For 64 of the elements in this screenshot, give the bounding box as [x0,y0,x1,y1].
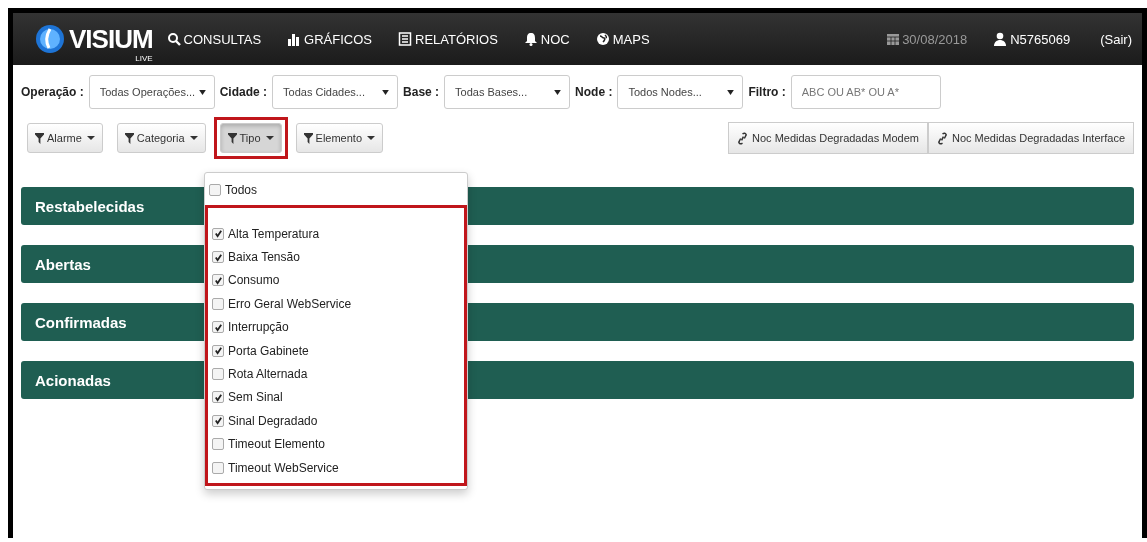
select-field[interactable]: Todas Bases... [444,75,571,109]
checkbox[interactable] [209,184,221,196]
filter-label: Base : [403,85,440,99]
select-field[interactable]: Todas Cidades... [272,75,399,109]
checkbox[interactable] [212,321,224,334]
filter-icon [124,132,134,144]
bar-chart-icon [287,32,302,46]
filter-label: Operação : [21,85,84,99]
user-name: N5765069 [1010,31,1071,47]
link-icon [737,131,749,145]
document-icon [398,32,412,46]
logo-text: VISIUM [69,23,153,55]
checkbox-label: Baixa Tensão [228,250,300,265]
search-field[interactable]: ABC OU AB* OU A* [790,75,941,109]
logout-link[interactable]: (Sair) [1100,31,1132,47]
filter-icon [227,132,237,144]
caret-icon [382,89,390,95]
checkbox-label: Timeout Elemento [228,437,325,452]
nav-link[interactable]: RELATÓRIOS [398,31,498,47]
filter-label: Node : [575,85,613,99]
logo-subtitle: LIVE [135,53,153,63]
report-link-button[interactable]: Noc Medidas Degradadas Interface [927,122,1134,154]
nav-link[interactable]: NOC [523,31,570,47]
nav-link[interactable]: MAPS [595,31,650,47]
checkbox-label: Sinal Degradado [228,413,318,428]
checkbox[interactable] [212,344,224,357]
filter-button[interactable]: Elemento [295,123,384,153]
filter-button[interactable]: Tipo [219,123,282,153]
checkbox[interactable] [212,297,224,310]
filter-icon [303,132,313,144]
caret-icon [554,89,562,95]
checkbox-label: Porta Gabinete [228,343,309,358]
checkbox-label: Alta Temperatura [228,226,320,241]
logo-icon [35,24,65,54]
filter-label: Filtro : [748,85,786,99]
user-icon [993,32,1008,46]
filter-icon [35,132,44,144]
checkbox[interactable] [212,438,224,451]
select-field[interactable]: Todos Nodes... [617,75,744,109]
calendar-icon [886,32,901,46]
checkbox[interactable] [212,251,224,264]
caret-icon [727,89,735,95]
filter-button[interactable]: Alarme [27,123,103,153]
checkbox[interactable] [212,461,224,474]
checkbox[interactable] [212,391,224,404]
globe-icon [595,32,610,46]
checkbox[interactable] [212,368,224,381]
checkbox-label: Timeout WebService [228,460,339,475]
checkbox[interactable] [212,414,224,427]
checkbox-label: Rota Alternada [228,367,308,382]
nav-link[interactable]: CONSULTAS [166,31,262,47]
checkbox-label: Interrupção [228,320,289,335]
filter-label: Cidade : [219,85,268,99]
date-text: 30/08/2018 [902,31,968,47]
select-field[interactable]: Todas Operações... [88,75,215,109]
checkbox[interactable] [212,274,224,287]
filter-button[interactable]: Categoria [116,123,206,153]
checkbox[interactable] [212,227,224,240]
link-icon [936,131,948,145]
search-icon [166,32,181,46]
bell-icon [523,32,538,46]
report-link-button[interactable]: Noc Medidas Degradadas Modem [728,122,928,154]
caret-icon [199,89,207,95]
nav-link[interactable]: GRÁFICOS [287,31,372,47]
